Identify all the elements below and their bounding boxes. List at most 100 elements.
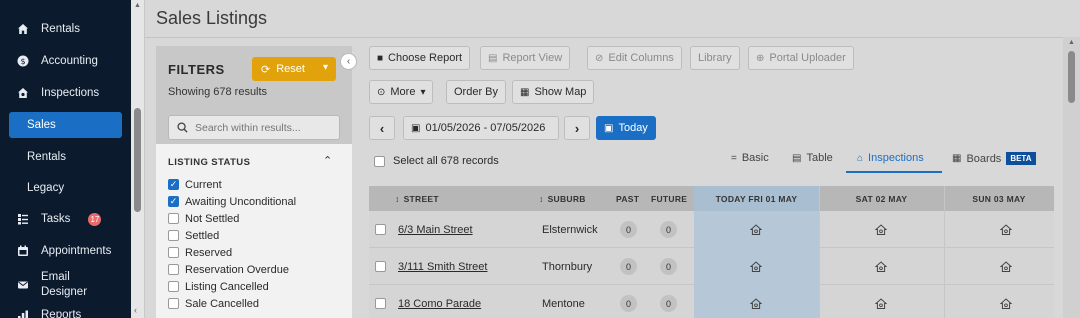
add-inspection-icon[interactable] <box>875 297 887 310</box>
add-inspection-icon[interactable] <box>750 260 762 273</box>
status-option-listing-cancelled[interactable]: Listing Cancelled <box>168 279 269 294</box>
checkbox[interactable] <box>168 298 179 309</box>
sidebar-item-legacy[interactable]: Legacy <box>0 175 131 201</box>
add-inspection-icon[interactable] <box>875 260 887 273</box>
sidebar: Rentals $ Accounting Inspections Sales R… <box>0 0 131 318</box>
add-inspection-icon[interactable] <box>1000 260 1012 273</box>
row-checkbox[interactable] <box>375 224 386 235</box>
page-title: Sales Listings <box>156 8 268 28</box>
status-option-awaiting-unconditional[interactable]: Awaiting Unconditional <box>168 194 296 209</box>
sidebar-item-tasks[interactable]: Tasks 17 <box>0 206 131 232</box>
date-range-picker[interactable]: ▣ 01/05/2026 - 07/05/2026 <box>403 116 559 140</box>
dollar-circle-icon: $ <box>16 54 30 68</box>
button-label: Order By <box>454 86 499 98</box>
sidebar-item-rentals[interactable]: Rentals <box>0 16 131 42</box>
checkbox[interactable] <box>374 155 385 167</box>
past-count: 0 <box>620 258 637 275</box>
beta-badge: BETA <box>1006 152 1036 165</box>
tab-boards[interactable]: ▦ Boards BETA <box>952 152 1036 165</box>
svg-text:$: $ <box>20 57 25 66</box>
street-link[interactable]: 6/3 Main Street <box>398 211 473 248</box>
checkbox[interactable] <box>168 179 179 190</box>
header-today: TODAY FRI 01 MAY <box>694 186 819 211</box>
sidebar-item-label: Accounting <box>41 55 98 67</box>
select-all-records[interactable]: Select all 678 records <box>374 155 499 167</box>
edit-columns-button[interactable]: ⊘ Edit Columns <box>587 46 682 70</box>
sort-icon: ↕ <box>539 193 544 204</box>
add-inspection-icon[interactable] <box>750 297 762 310</box>
show-map-button[interactable]: ▦ Show Map <box>512 80 595 104</box>
status-option-not-settled[interactable]: Not Settled <box>168 211 239 226</box>
row-checkbox[interactable] <box>375 298 386 309</box>
add-inspection-icon[interactable] <box>750 223 762 236</box>
chevron-down-icon[interactable]: ▾ <box>323 62 328 73</box>
scroll-up-icon[interactable]: ▲ <box>134 2 141 9</box>
sidebar-item-label: Reports <box>41 309 82 318</box>
future-count: 0 <box>660 295 677 312</box>
scroll-left-icon[interactable]: ‹ <box>134 305 137 315</box>
tab-inspections[interactable]: ⌂ Inspections <box>857 152 924 164</box>
sidebar-item-sales[interactable]: Sales <box>9 112 122 138</box>
status-label: Current <box>185 178 222 191</box>
future-count: 0 <box>660 258 677 275</box>
more-button[interactable]: ⊙ More ▾ <box>369 80 434 104</box>
tab-basic[interactable]: = Basic <box>731 152 769 164</box>
sidebar-item-inspections[interactable]: Inspections <box>0 80 131 106</box>
table-row[interactable]: 6/3 Main Street Elsternwick 0 0 <box>369 211 1054 248</box>
add-inspection-icon[interactable] <box>875 223 887 236</box>
scroll-up-icon[interactable]: ▲ <box>1068 39 1075 46</box>
sidebar-scrollbar[interactable]: ▲ ‹ <box>131 0 145 318</box>
checkbox[interactable] <box>168 230 179 241</box>
lines-icon: = <box>731 152 737 164</box>
boards-icon: ▦ <box>952 153 962 164</box>
portal-uploader-button[interactable]: ⊕ Portal Uploader <box>748 46 854 70</box>
sidebar-item-label: Appointments <box>41 245 112 257</box>
sidebar-scroll-thumb[interactable] <box>134 108 141 212</box>
sidebar-item-email-designer[interactable]: Email Designer <box>0 270 131 300</box>
button-label: Show Map <box>534 86 587 98</box>
status-option-reservation-overdue[interactable]: Reservation Overdue <box>168 262 289 277</box>
sidebar-item-reports[interactable]: Reports <box>0 302 131 318</box>
button-label: Portal Uploader <box>769 52 846 64</box>
next-week-button[interactable]: › <box>564 116 590 140</box>
future-count: 0 <box>660 221 677 238</box>
upload-icon: ⊕ <box>756 52 765 64</box>
map-icon: ▦ <box>520 86 530 98</box>
reset-button[interactable]: ⟳ Reset ▾ <box>252 57 336 81</box>
status-option-current[interactable]: Current <box>168 177 222 192</box>
main-scrollbar[interactable]: ▲ <box>1063 37 1080 318</box>
add-inspection-icon[interactable] <box>1000 297 1012 310</box>
header-suburb[interactable]: ↕ SUBURB <box>539 186 609 211</box>
library-button[interactable]: Library <box>690 46 740 70</box>
add-inspection-icon[interactable] <box>1000 223 1012 236</box>
main-scroll-thumb[interactable] <box>1068 51 1075 103</box>
report-view-button[interactable]: ▤ Report View <box>480 46 571 70</box>
table-row[interactable]: 3/111 Smith Street Thornbury 0 0 <box>369 248 1054 285</box>
status-option-sale-cancelled[interactable]: Sale Cancelled <box>168 296 259 311</box>
today-button[interactable]: ▣ Today <box>596 116 656 140</box>
status-option-reserved[interactable]: Reserved <box>168 245 232 260</box>
checkbox[interactable] <box>168 196 179 207</box>
header-street[interactable]: ↕ STREET <box>395 186 515 211</box>
collapse-filters-button[interactable]: ‹ <box>340 53 357 70</box>
order-by-button[interactable]: Order By <box>446 80 507 104</box>
select-all-label: Select all 678 records <box>393 155 499 167</box>
tab-table[interactable]: ▤ Table <box>792 152 833 164</box>
choose-report-button[interactable]: ■ Choose Report <box>369 46 471 70</box>
chevron-up-icon[interactable]: ⌃ <box>323 154 332 167</box>
checkbox[interactable] <box>168 213 179 224</box>
sidebar-item-rentals-sub[interactable]: Rentals <box>0 144 131 170</box>
street-link[interactable]: 3/111 Smith Street <box>398 248 487 285</box>
status-option-settled[interactable]: Settled <box>168 228 219 243</box>
sidebar-item-appointments[interactable]: Appointments <box>0 238 131 264</box>
checkbox[interactable] <box>168 281 179 292</box>
checkbox[interactable] <box>168 247 179 258</box>
row-checkbox[interactable] <box>375 261 386 272</box>
filter-search-box[interactable] <box>168 115 340 140</box>
table-row[interactable]: 18 Como Parade Mentone 0 0 <box>369 285 1054 318</box>
street-link[interactable]: 18 Como Parade <box>398 285 481 318</box>
sidebar-item-accounting[interactable]: $ Accounting <box>0 48 131 74</box>
previous-week-button[interactable]: ‹ <box>369 116 395 140</box>
checkbox[interactable] <box>168 264 179 275</box>
filter-search-input[interactable] <box>195 121 335 134</box>
